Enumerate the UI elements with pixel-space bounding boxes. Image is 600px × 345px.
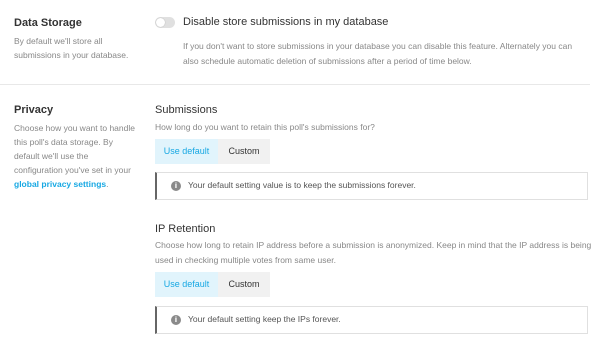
global-privacy-settings-link[interactable]: global privacy settings — [14, 179, 106, 189]
data-storage-title: Data Storage — [14, 17, 82, 29]
ip-retention-description: Choose how long to retain IP address bef… — [155, 240, 592, 265]
submissions-notice: i Your default setting value is to keep … — [155, 172, 588, 200]
disable-storage-toggle[interactable] — [155, 17, 175, 28]
submissions-use-default-button[interactable]: Use default — [155, 139, 218, 164]
toggle-knob — [156, 18, 165, 27]
ip-custom-button[interactable]: Custom — [218, 272, 270, 297]
info-icon: i — [171, 315, 181, 325]
ip-retention-notice-text: Your default setting keep the IPs foreve… — [188, 314, 341, 324]
ip-retention-notice: i Your default setting keep the IPs fore… — [155, 306, 588, 334]
privacy-description: Choose how you want to handle this poll'… — [14, 121, 136, 191]
info-icon: i — [171, 181, 181, 191]
data-storage-description: By default we'll store all submissions i… — [14, 36, 129, 60]
submissions-title: Submissions — [155, 104, 218, 116]
submissions-retention-selector: Use default Custom — [155, 139, 270, 164]
disable-storage-description: If you don't want to store submissions i… — [183, 41, 573, 66]
submissions-custom-button[interactable]: Custom — [218, 139, 270, 164]
submissions-notice-text: Your default setting value is to keep th… — [188, 180, 416, 190]
privacy-title: Privacy — [14, 104, 54, 116]
ip-retention-selector: Use default Custom — [155, 272, 270, 297]
ip-use-default-button[interactable]: Use default — [155, 272, 218, 297]
submissions-description: How long do you want to retain this poll… — [155, 122, 375, 132]
privacy-description-end: . — [106, 179, 109, 189]
section-divider — [0, 84, 590, 85]
disable-storage-label: Disable store submissions in my database — [183, 16, 389, 28]
ip-retention-title: IP Retention — [155, 223, 216, 235]
privacy-description-text: Choose how you want to handle this poll'… — [14, 123, 135, 175]
